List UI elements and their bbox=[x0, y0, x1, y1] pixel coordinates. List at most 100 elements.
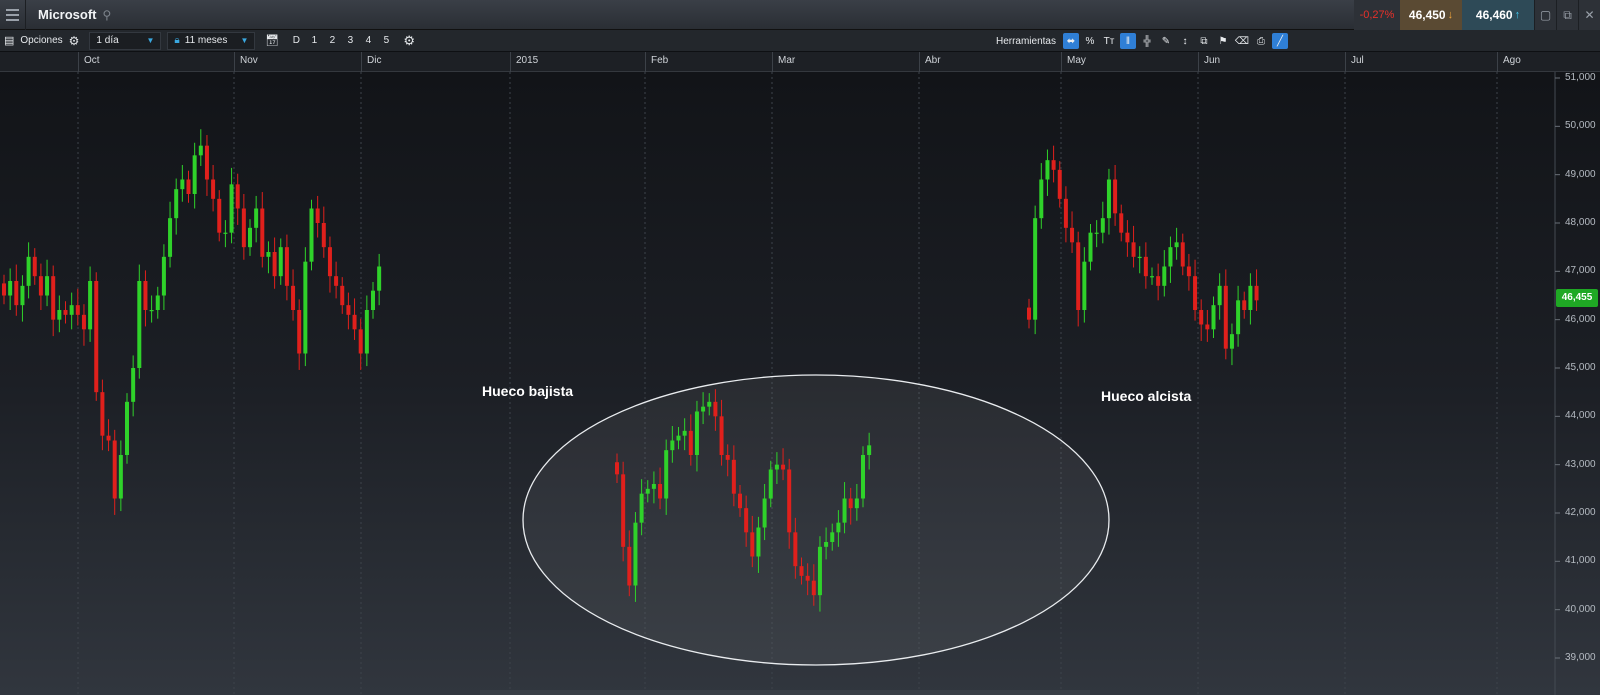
candle bbox=[161, 244, 166, 310]
eraser-tool-icon[interactable]: ⌫ bbox=[1234, 33, 1250, 49]
candle-body bbox=[621, 474, 626, 547]
print-icon[interactable]: ⎙ bbox=[1253, 33, 1269, 49]
options-menu[interactable]: ▤ Opciones ⚙ bbox=[0, 30, 83, 52]
candle-body bbox=[744, 508, 749, 533]
percent-tool-icon[interactable]: % bbox=[1082, 33, 1098, 49]
price-tick-label: 44,000 bbox=[1565, 410, 1596, 422]
candle bbox=[291, 269, 296, 321]
candle-body bbox=[694, 411, 699, 455]
candle-body bbox=[1057, 169, 1062, 199]
candle bbox=[211, 165, 216, 212]
month-separator bbox=[772, 52, 773, 72]
candle-body bbox=[364, 310, 369, 354]
period-button-d[interactable]: D bbox=[287, 35, 305, 46]
candle bbox=[1125, 220, 1130, 257]
candle-body bbox=[1131, 242, 1136, 257]
minimize-icon[interactable]: ▢ bbox=[1534, 0, 1556, 30]
candle-body bbox=[1125, 232, 1130, 243]
candle bbox=[321, 206, 326, 258]
interval-value: 1 día bbox=[96, 35, 119, 46]
candle bbox=[1070, 211, 1075, 253]
text-tool-icon[interactable]: Tᴛ bbox=[1101, 33, 1117, 49]
bid-arrow-icon: ↓ bbox=[1447, 9, 1454, 21]
vertical-lines-icon[interactable]: ‖ bbox=[1120, 33, 1136, 49]
sell-button[interactable]: 46,450 ↓ bbox=[1400, 0, 1462, 30]
month-label-may: May bbox=[1067, 55, 1086, 66]
candle-body bbox=[155, 295, 160, 310]
flag-tool-icon[interactable]: ⚑ bbox=[1215, 33, 1231, 49]
candle-body bbox=[713, 401, 718, 417]
candle bbox=[174, 178, 179, 235]
search-icon[interactable]: ⚲ bbox=[103, 8, 112, 22]
chevron-down-icon: ▼ bbox=[146, 36, 155, 45]
candle-body bbox=[2, 283, 6, 296]
candle bbox=[1076, 231, 1081, 327]
gear-icon[interactable]: ⚙ bbox=[69, 34, 80, 48]
grid-tool-icon[interactable]: ╬ bbox=[1139, 33, 1155, 49]
pencil-tool-icon[interactable]: ✎ bbox=[1158, 33, 1174, 49]
candle-body bbox=[774, 464, 779, 470]
candle-body bbox=[186, 179, 191, 194]
candle bbox=[1217, 273, 1222, 320]
candle-body bbox=[223, 232, 228, 234]
chart-plot[interactable] bbox=[0, 72, 1600, 695]
calendar-icon[interactable]: 📅︎ bbox=[261, 30, 283, 52]
candle bbox=[168, 201, 173, 268]
candle bbox=[88, 266, 93, 342]
restore-icon[interactable]: ⧉ bbox=[1556, 0, 1578, 30]
period-button-3[interactable]: 3 bbox=[341, 35, 359, 46]
candle bbox=[1186, 253, 1191, 291]
candle-body bbox=[118, 455, 123, 499]
candle bbox=[1033, 205, 1038, 335]
candle-body bbox=[1063, 198, 1068, 228]
instrument-title[interactable]: Microsoft bbox=[38, 7, 97, 22]
range-select[interactable]: 🔒︎ 11 meses ▼ bbox=[167, 31, 256, 50]
period-button-4[interactable]: 4 bbox=[359, 35, 377, 46]
date-axis: Oct Nov Dic 2015 Feb Mar Abr May Jun Jul Ago bbox=[0, 52, 1600, 72]
gear-icon[interactable]: ⚙ bbox=[399, 30, 419, 52]
candle bbox=[1248, 273, 1253, 325]
candle bbox=[223, 220, 228, 248]
panel-icon: ▤ bbox=[4, 35, 15, 47]
candle bbox=[377, 253, 382, 306]
ask-arrow-icon: ↑ bbox=[1514, 9, 1521, 21]
layers-tool-icon[interactable]: ⧉ bbox=[1196, 33, 1212, 49]
close-icon[interactable]: ✕ bbox=[1578, 0, 1600, 30]
options-label: Opciones bbox=[20, 35, 63, 46]
draw-line-icon[interactable]: ╱ bbox=[1272, 33, 1288, 49]
crosshair-tool-icon[interactable]: ⬌ bbox=[1063, 33, 1079, 49]
candlestick-chart[interactable] bbox=[0, 72, 1600, 695]
bid-price: 46,450 bbox=[1408, 8, 1446, 22]
candle bbox=[1180, 233, 1185, 276]
candle bbox=[1039, 163, 1044, 229]
candle bbox=[1027, 298, 1031, 329]
candle-body bbox=[1211, 305, 1216, 330]
buy-button[interactable]: 46,460 ↑ bbox=[1462, 0, 1534, 30]
candle-body bbox=[20, 285, 25, 306]
indicator-tool-icon[interactable]: ↕ bbox=[1177, 33, 1193, 49]
chart-scrollbar[interactable] bbox=[480, 690, 1090, 695]
period-button-5[interactable]: 5 bbox=[377, 35, 395, 46]
candle-body bbox=[627, 546, 632, 586]
candle bbox=[51, 265, 56, 337]
candle bbox=[1242, 291, 1247, 319]
candle bbox=[1199, 299, 1204, 341]
candle-body bbox=[1119, 213, 1124, 233]
candle-body bbox=[842, 498, 847, 523]
candle-body bbox=[149, 310, 154, 312]
month-label-nov: Nov bbox=[240, 55, 258, 66]
candle-body bbox=[1248, 285, 1253, 310]
candle bbox=[327, 236, 332, 293]
annotation-bullish-gap: Hueco alcista bbox=[1101, 388, 1192, 404]
candle bbox=[1094, 220, 1099, 248]
month-separator bbox=[234, 52, 235, 72]
interval-select[interactable]: 1 día ▼ bbox=[89, 31, 162, 50]
period-button-1[interactable]: 1 bbox=[305, 35, 323, 46]
month-separator bbox=[1198, 52, 1199, 72]
candle-body bbox=[1070, 227, 1075, 243]
period-button-2[interactable]: 2 bbox=[323, 35, 341, 46]
candle-body bbox=[254, 208, 259, 228]
candle-body bbox=[738, 493, 742, 509]
menu-icon[interactable] bbox=[0, 0, 26, 30]
candle bbox=[1223, 269, 1228, 360]
